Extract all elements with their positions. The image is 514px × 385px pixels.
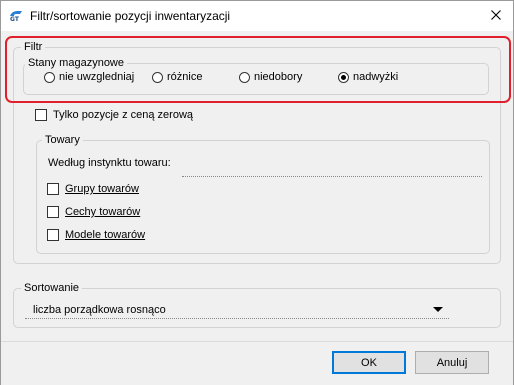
checkbox-box [47, 183, 59, 195]
checkbox-box [35, 109, 47, 121]
sorting-select[interactable]: liczba porządkowa rosnąco [25, 301, 449, 319]
sorting-group-label: Sortowanie [21, 282, 83, 295]
instinct-label: Według instynktu towaru: [48, 157, 171, 169]
zero-price-checkbox[interactable]: Tylko pozycje z ceną zerową [35, 109, 193, 121]
dialog-window: GT Filtr/sortowanie pozycji inwentaryzac… [0, 0, 514, 385]
cancel-button-label: Anuluj [436, 356, 468, 369]
goods-models-checkbox[interactable]: Modele towarów [47, 229, 145, 241]
sorting-selected-value: liczba porządkowa rosnąco [33, 303, 166, 316]
goods-features-label: Cechy towarów [65, 206, 141, 218]
title-bar: GT Filtr/sortowanie pozycji inwentaryzac… [1, 1, 513, 31]
goods-features-checkbox[interactable]: Cechy towarów [47, 206, 140, 218]
close-button[interactable] [479, 1, 513, 31]
goods-models-label: Modele towarów [65, 229, 146, 241]
ok-button-label: OK [361, 356, 377, 369]
svg-text:GT: GT [10, 16, 20, 22]
window-title: Filtr/sortowanie pozycji inwentaryzacji [30, 9, 231, 23]
cancel-button[interactable]: Anuluj [415, 351, 489, 374]
goods-groups-label: Grupy towarów [65, 183, 139, 195]
app-logo-icon: GT [9, 10, 23, 23]
zero-price-label: Tylko pozycje z ceną zerową [53, 109, 194, 121]
instinct-field[interactable] [182, 169, 482, 177]
goods-group-label: Towary [42, 134, 83, 147]
checkbox-box [47, 206, 59, 218]
dropdown-arrow-icon [433, 307, 443, 312]
goods-groups-checkbox[interactable]: Grupy towarów [47, 183, 139, 195]
dialog-footer: OK Anuluj [1, 341, 513, 385]
close-icon [491, 9, 501, 23]
checkbox-box [47, 229, 59, 241]
ok-button[interactable]: OK [332, 351, 406, 374]
highlight-frame [5, 36, 511, 103]
